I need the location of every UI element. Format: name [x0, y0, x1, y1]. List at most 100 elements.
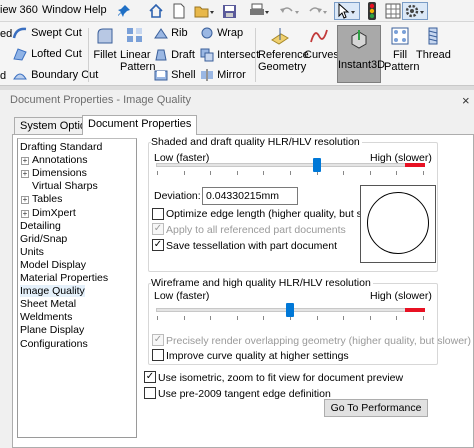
wrap-button[interactable]: Wrap: [200, 26, 243, 40]
intersect-icon: [200, 48, 214, 62]
draft-icon: [155, 49, 167, 61]
menu-item-window[interactable]: Window: [42, 4, 81, 16]
tree-item[interactable]: Virtual Sharps: [32, 180, 98, 192]
tree-item[interactable]: Weldments: [20, 311, 72, 323]
open-icon[interactable]: [193, 2, 217, 20]
mirror-button[interactable]: Mirror: [200, 68, 246, 82]
print-icon[interactable]: [248, 2, 270, 20]
reference-geometry-icon: [271, 28, 289, 45]
apply-referenced-label: Apply to all referenced part documents: [166, 224, 346, 236]
draft-button[interactable]: Draft: [154, 48, 195, 62]
tree-item[interactable]: Grid/Snap: [20, 233, 67, 245]
tree-item[interactable]: Image Quality: [20, 285, 85, 298]
home-icon[interactable]: [147, 2, 165, 20]
tab-document-properties[interactable]: Document Properties: [82, 115, 198, 135]
tree-item[interactable]: Configurations: [20, 338, 88, 350]
curves-button[interactable]: Curves: [304, 26, 339, 61]
go-to-performance-button[interactable]: Go To Performance: [324, 399, 428, 417]
redo-icon[interactable]: [306, 2, 330, 20]
optimize-edge-checkbox[interactable]: [152, 208, 164, 220]
tree-item[interactable]: DimXpert: [32, 207, 76, 219]
linear-pattern-button[interactable]: Linear Pattern: [120, 26, 156, 73]
shell-icon: [154, 70, 168, 81]
boundary-cut-button[interactable]: Boundary Cut: [12, 68, 98, 82]
gear-icon[interactable]: [402, 2, 428, 20]
rib-icon: [154, 28, 168, 39]
fill-pattern-label-1: Fill: [392, 49, 408, 61]
new-document-icon[interactable]: [170, 2, 188, 20]
precise-render-checkbox[interactable]: ✓: [152, 334, 164, 346]
tree-expand-icon[interactable]: +: [21, 170, 29, 179]
boundary-cut-prefix: d: [0, 70, 7, 82]
slider-tick: [157, 171, 158, 175]
select-cursor-icon[interactable]: [334, 2, 360, 20]
slider-track[interactable]: [156, 163, 425, 167]
reference-geometry-button[interactable]: Reference Geometry: [258, 26, 309, 73]
rib-button[interactable]: Rib: [154, 26, 188, 40]
save-icon[interactable]: [220, 2, 238, 20]
tree-expand-icon[interactable]: +: [21, 196, 29, 205]
wireframe-low-label: Low (faster): [154, 290, 210, 302]
swept-cut-button[interactable]: Swept Cut: [12, 26, 82, 40]
boundary-cut-icon: [13, 73, 27, 80]
intersect-button[interactable]: Intersect: [200, 48, 259, 62]
pre2009-tangent-checkbox[interactable]: [144, 387, 156, 399]
tree-item[interactable]: Dimensions: [32, 167, 87, 179]
wrap-label: Wrap: [217, 26, 244, 39]
lofted-cut-button[interactable]: Lofted Cut: [12, 47, 82, 61]
tree-item[interactable]: Detailing: [20, 220, 61, 232]
undo-icon[interactable]: [278, 2, 302, 20]
tree-item[interactable]: Model Display: [20, 259, 86, 271]
deviation-input[interactable]: [202, 187, 298, 205]
tree-expand-icon[interactable]: +: [21, 209, 29, 218]
tree-item[interactable]: Annotations: [32, 154, 87, 166]
slider-tick: [369, 171, 371, 175]
slider-tick: [396, 316, 398, 320]
menu-item-help[interactable]: Help: [84, 4, 107, 16]
precise-render-label: Precisely render overlapping geometry (h…: [166, 335, 472, 347]
slider-tick: [369, 316, 371, 320]
use-isometric-checkbox[interactable]: ✓: [144, 371, 156, 383]
improve-curve-label: Improve curve quality at higher settings: [166, 350, 349, 362]
tree-item[interactable]: Drafting Standard: [20, 141, 102, 153]
fillet-button[interactable]: Fillet: [92, 26, 118, 61]
reference-geometry-label-2: Geometry: [258, 61, 307, 73]
intersect-label: Intersect: [217, 48, 260, 61]
save-tessellation-checkbox[interactable]: ✓: [152, 239, 164, 251]
thread-label: Thread: [416, 49, 451, 61]
menu-item-view360[interactable]: iew 360: [0, 4, 38, 16]
dialog-title: Document Properties - Image Quality: [10, 94, 191, 106]
save-tessellation-label: Save tessellation with part document: [166, 240, 338, 252]
linear-pattern-icon: [127, 28, 142, 42]
pin-icon[interactable]: [116, 2, 132, 20]
apply-referenced-checkbox[interactable]: ✓: [152, 223, 164, 235]
command-ribbon: ed Swept Cut Lofted Cut d Boundary Cut F…: [0, 22, 474, 86]
tree-item[interactable]: Units: [20, 246, 44, 258]
fillet-label: Fillet: [93, 49, 117, 61]
property-tree[interactable]: Drafting Standard + Annotations + Dimensions…: [17, 138, 137, 438]
thread-button[interactable]: Thread: [416, 26, 451, 61]
linear-pattern-label-2: Pattern: [120, 61, 156, 73]
tree-item[interactable]: Sheet Metal: [20, 298, 76, 310]
options-grid-icon[interactable]: [384, 2, 402, 20]
tree-expand-icon[interactable]: +: [21, 157, 29, 166]
fill-pattern-button[interactable]: Fill Pattern: [384, 26, 419, 73]
shell-button[interactable]: Shell: [154, 68, 196, 82]
lofted-cut-icon: [13, 48, 27, 61]
slider-tick: [210, 171, 212, 175]
tree-item[interactable]: Tables: [32, 193, 62, 205]
shell-label: Shell: [171, 68, 196, 81]
use-isometric-label: Use isometric, zoom to fit view for docu…: [158, 372, 404, 384]
tree-item[interactable]: Material Properties: [20, 272, 108, 284]
instant3d-button[interactable]: Instant3D: [337, 25, 385, 83]
slider-tick: [290, 171, 291, 175]
preview-circle: [367, 192, 429, 254]
improve-curve-checkbox[interactable]: [152, 349, 164, 361]
slider-thumb[interactable]: [312, 158, 321, 172]
slider-thumb[interactable]: [286, 303, 294, 317]
close-icon[interactable]: ×: [462, 93, 470, 108]
slider-tick: [210, 316, 212, 320]
wireframe-quality-title: Wireframe and high quality HLR/HLV resol…: [151, 277, 373, 289]
traffic-light-icon[interactable]: [364, 2, 380, 20]
tree-item[interactable]: Plane Display: [20, 324, 84, 336]
